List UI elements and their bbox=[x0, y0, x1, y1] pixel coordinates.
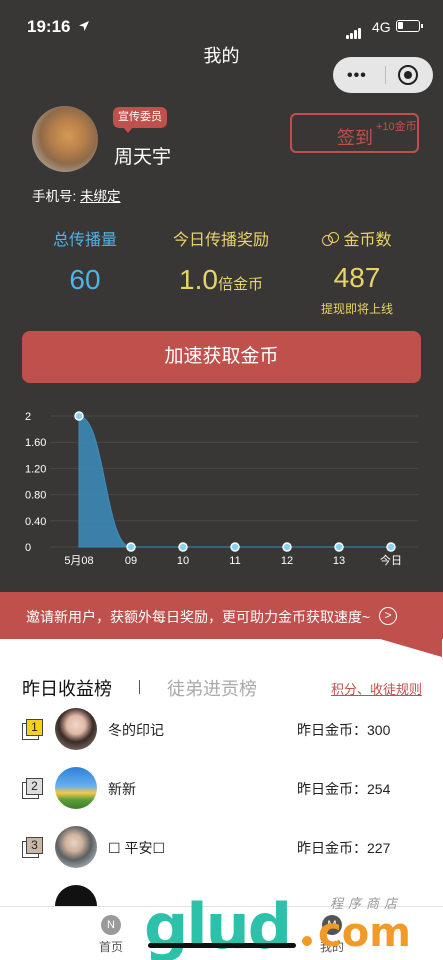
tab-apprentice-tribute[interactable]: 徒弟进贡榜 bbox=[167, 675, 257, 701]
data-point bbox=[334, 542, 344, 552]
rank-number: 2 bbox=[26, 778, 43, 795]
yesterday-gold: 昨日金币：300 bbox=[297, 720, 390, 740]
invite-text: 邀请新用户，获额外每日奖励，更可助力金币获取速度~ bbox=[26, 609, 371, 625]
x-tick-label: 13 bbox=[333, 555, 345, 567]
stat-value: 60 bbox=[69, 264, 101, 295]
x-tick-label: 11 bbox=[229, 555, 240, 567]
stat-title: 今日传播奖励 bbox=[172, 232, 269, 249]
more-icon[interactable]: ••• bbox=[347, 67, 367, 85]
avatar bbox=[55, 826, 97, 868]
invite-banner[interactable]: 邀请新用户，获额外每日奖励，更可助力金币获取速度~ > bbox=[0, 592, 443, 657]
yesterday-gold: 昨日金币：227 bbox=[297, 838, 390, 858]
data-point bbox=[386, 542, 396, 552]
stat-title: 总传播量 bbox=[52, 232, 117, 249]
x-tick-label: 今日 bbox=[380, 553, 402, 567]
arrow-right-circle-icon[interactable]: > bbox=[379, 607, 397, 625]
gold-label: 昨日金币： bbox=[297, 781, 367, 797]
user-name: 冬的印记 bbox=[108, 722, 164, 738]
leaderboard-tabs: 昨日收益榜 徒弟进贡榜 积分、收徒规则 bbox=[0, 672, 443, 702]
signal-icon bbox=[346, 21, 362, 39]
tab-label: 首页 bbox=[98, 940, 123, 954]
network-type: 4G bbox=[372, 19, 391, 35]
gold-label: 昨日金币： bbox=[297, 722, 367, 738]
coins-icon bbox=[322, 232, 340, 246]
gold-value: 300 bbox=[367, 722, 391, 738]
home-indicator bbox=[148, 943, 296, 948]
coin-title-text: 金币数 bbox=[343, 232, 392, 249]
miniprogram-capsule: ••• bbox=[333, 57, 433, 93]
leaderboard-row[interactable]: 3 ☐ 平安☐ 昨日金币：227 bbox=[0, 826, 443, 872]
data-point bbox=[74, 411, 84, 421]
rules-link[interactable]: 积分、收徒规则 bbox=[331, 679, 422, 698]
reward-multiplier: 1.0 bbox=[179, 264, 218, 295]
rank-number: 3 bbox=[26, 837, 43, 854]
capsule-divider bbox=[385, 66, 386, 84]
x-tick-label: 09 bbox=[125, 555, 137, 567]
reward-unit: 倍金币 bbox=[217, 276, 263, 293]
phone-label: 手机号: bbox=[32, 189, 77, 204]
boost-coins-button[interactable]: 加速获取金币 bbox=[22, 331, 421, 383]
y-tick-label: 1.60 bbox=[25, 437, 46, 449]
leaderboard-row[interactable]: 2 新新 昨日金币：254 bbox=[0, 767, 443, 813]
stat-title: 金币数 bbox=[287, 226, 427, 250]
avatar bbox=[55, 708, 97, 750]
stat-value: 487 bbox=[333, 262, 381, 293]
bottom-tabbar: N 首页 M 我的 bbox=[0, 906, 443, 960]
role-badge: 宣传委员 bbox=[113, 107, 167, 133]
tab-yesterday-earnings[interactable]: 昨日收益榜 bbox=[22, 675, 112, 701]
tab-mine[interactable]: M 我的 bbox=[307, 915, 357, 955]
y-tick-label: 0.40 bbox=[25, 516, 46, 528]
stat-today-reward: 今日传播奖励 1.0倍金币 bbox=[151, 226, 291, 296]
yesterday-gold: 昨日金币：254 bbox=[297, 779, 390, 799]
stat-total-spread: 总传播量 60 bbox=[15, 226, 155, 296]
user-avatar[interactable] bbox=[32, 106, 98, 172]
data-point bbox=[178, 542, 188, 552]
y-tick-label: 1.20 bbox=[25, 463, 46, 475]
leaderboard-row[interactable]: 1 冬的印记 昨日金币：300 bbox=[0, 708, 443, 754]
location-arrow-icon bbox=[79, 21, 89, 31]
data-point bbox=[126, 542, 136, 552]
tab-home[interactable]: N 首页 bbox=[86, 915, 136, 955]
tab-label: 我的 bbox=[319, 940, 344, 954]
user-name: 周天宇 bbox=[114, 147, 172, 168]
user-name: ☐ 平安☐ bbox=[108, 840, 165, 856]
battery-icon bbox=[396, 20, 423, 32]
gold-label: 昨日金币： bbox=[297, 840, 367, 856]
tab-divider bbox=[139, 680, 140, 694]
x-tick-label: 10 bbox=[177, 555, 189, 567]
stat-coin-count: 金币数 487 提现即将上线 bbox=[287, 226, 427, 317]
data-point bbox=[230, 542, 240, 552]
area-series bbox=[78, 415, 391, 548]
phone-row: 手机号: 未绑定 bbox=[32, 185, 121, 205]
rank-badge: 1 bbox=[22, 719, 44, 741]
gold-value: 227 bbox=[367, 840, 391, 856]
rank-number: 1 bbox=[26, 719, 43, 736]
y-tick-label: 2 bbox=[25, 411, 31, 423]
stat-value: 1.0倍金币 bbox=[151, 264, 291, 296]
x-tick-label: 5月08 bbox=[64, 555, 93, 567]
signin-label: 签到 bbox=[337, 128, 373, 148]
phone-bind-link[interactable]: 未绑定 bbox=[80, 189, 121, 204]
user-name: 新新 bbox=[108, 781, 136, 797]
signin-button[interactable]: 签到 +10金币 bbox=[290, 113, 419, 153]
withdraw-note: 提现即将上线 bbox=[320, 302, 393, 316]
data-point bbox=[282, 542, 292, 552]
signin-bonus: +10金币 bbox=[376, 121, 417, 133]
rank-badge: 3 bbox=[22, 837, 44, 859]
banner-tail bbox=[380, 639, 442, 657]
rank-badge: 2 bbox=[22, 778, 44, 800]
close-circle-icon[interactable] bbox=[398, 65, 418, 85]
spread-chart: 0 0.40 0.80 1.20 1.60 2 5月08 09 10 11 12 13 今日 bbox=[25, 411, 418, 567]
gold-value: 254 bbox=[367, 781, 391, 797]
avatar bbox=[55, 767, 97, 809]
home-icon: N bbox=[101, 915, 121, 935]
y-tick-label: 0.80 bbox=[25, 490, 46, 502]
x-tick-label: 12 bbox=[281, 555, 293, 567]
user-icon: M bbox=[322, 915, 342, 935]
y-tick-label: 0 bbox=[25, 542, 31, 554]
status-time: 19:16 bbox=[27, 17, 71, 36]
